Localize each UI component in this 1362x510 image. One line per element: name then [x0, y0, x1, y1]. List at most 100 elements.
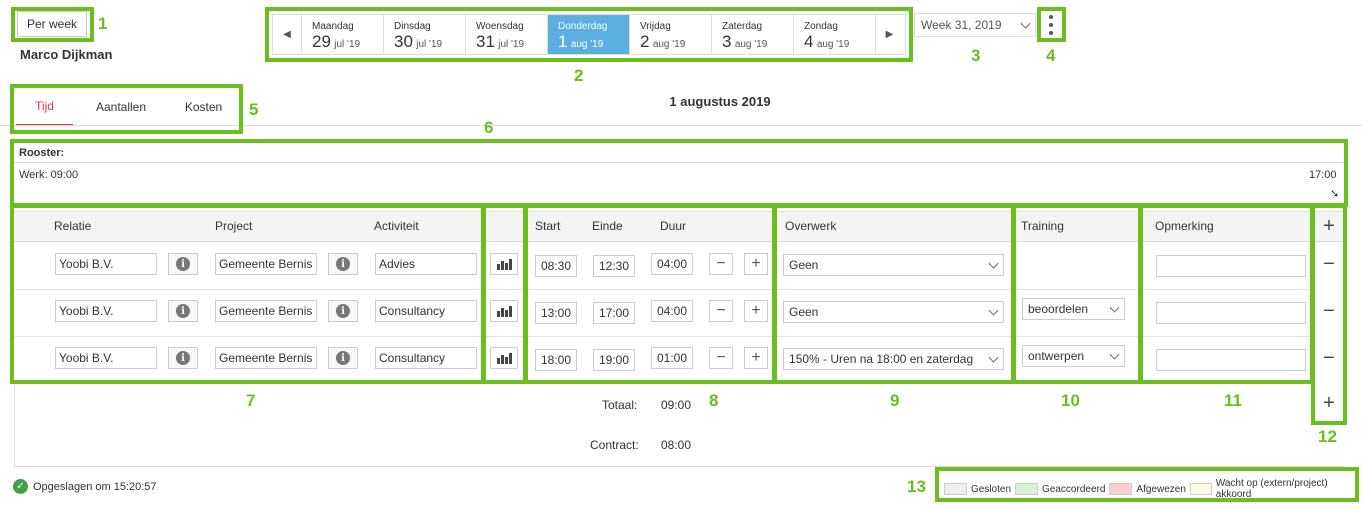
callout-12: 12	[1318, 427, 1337, 446]
remove-row-icon[interactable]: −	[1318, 253, 1340, 276]
decrease-duration-icon[interactable]: −	[709, 300, 733, 322]
end-time-input[interactable]: 12:30	[593, 255, 635, 277]
training-value: beoordelen	[1028, 302, 1089, 316]
increase-duration-icon[interactable]: +	[744, 253, 768, 275]
chevron-down-icon	[988, 352, 999, 363]
totaal-label: Totaal:	[602, 398, 638, 412]
training-select[interactable]: beoordelen	[1022, 298, 1125, 320]
week-select-value: Week 31, 2019	[921, 18, 1002, 32]
project-info-icon[interactable]: i	[328, 300, 358, 322]
relatie-info-icon[interactable]: i	[168, 253, 198, 275]
opmerking-input[interactable]	[1156, 349, 1306, 371]
contract-value: 08:00	[661, 438, 692, 452]
day-number: 2	[640, 32, 650, 51]
relatie-input[interactable]: Yoobi B.V.	[55, 300, 157, 322]
day-woensdag[interactable]: Woensdag 31 jul '19	[465, 15, 547, 54]
row-divider	[14, 336, 1310, 337]
relatie-info-icon[interactable]: i	[168, 347, 198, 369]
more-options-icon[interactable]	[1048, 15, 1054, 35]
tab-aantallen[interactable]: Aantallen	[73, 88, 169, 126]
legend-label: Wacht op (extern/project) akkoord	[1215, 478, 1328, 500]
duration-input[interactable]: 04:00	[651, 300, 693, 322]
relatie-input[interactable]: Yoobi B.V.	[55, 253, 157, 275]
legend-item: Geaccordeerd	[1015, 483, 1105, 495]
opmerking-input[interactable]	[1156, 302, 1306, 324]
day-name: Zaterdag	[722, 21, 763, 32]
tab-tijd[interactable]: Tijd	[16, 88, 73, 126]
tab-kosten[interactable]: Kosten	[169, 88, 238, 126]
overwerk-select[interactable]: Geen	[783, 254, 1004, 276]
date-title: 1 augustus 2019	[669, 94, 771, 109]
col-start: Start	[535, 219, 561, 233]
callout-5: 5	[249, 100, 259, 119]
end-time-input[interactable]: 17:00	[593, 302, 635, 324]
callout-11: 11	[1224, 391, 1242, 410]
legend-label: Afgewezen	[1136, 483, 1186, 495]
legend-swatch	[1189, 483, 1212, 495]
callout-3: 3	[971, 46, 981, 65]
divider	[0, 125, 1362, 126]
per-week-button[interactable]: Per week	[17, 11, 87, 37]
day-zaterdag[interactable]: Zaterdag 3 aug '19	[711, 15, 793, 54]
day-dinsdag[interactable]: Dinsdag 30 jul '19	[383, 15, 465, 54]
decrease-duration-icon[interactable]: −	[709, 347, 733, 369]
activiteit-input[interactable]: Consultancy	[375, 300, 477, 322]
duration-input[interactable]: 01:00	[651, 347, 693, 369]
increase-duration-icon[interactable]: +	[744, 300, 768, 322]
user-name: Marco Dijkman	[20, 47, 113, 62]
day-month: aug '19	[570, 39, 604, 50]
day-zondag[interactable]: Zondag 4 aug '19	[793, 15, 875, 54]
start-time-input[interactable]: 13:00	[535, 302, 577, 324]
end-time-input[interactable]: 19:00	[593, 349, 635, 371]
day-donderdag[interactable]: Donderdag 1 aug '19	[547, 15, 629, 54]
rooster-end: 17:00	[1309, 169, 1337, 181]
opmerking-input[interactable]	[1156, 255, 1306, 277]
day-name: Dinsdag	[394, 21, 431, 32]
project-info-icon[interactable]: i	[328, 253, 358, 275]
overwerk-select[interactable]: 150% - Uren na 18:00 en zaterdag	[783, 348, 1004, 370]
overwerk-select[interactable]: Geen	[783, 301, 1004, 323]
day-number: 3	[722, 32, 732, 51]
next-day-arrow-icon[interactable]: ▶	[875, 15, 903, 54]
callout-13: 13	[907, 477, 926, 496]
remove-row-icon[interactable]: −	[1318, 300, 1340, 323]
relatie-input[interactable]: Yoobi B.V.	[55, 347, 157, 369]
day-month: jul '19	[416, 39, 443, 50]
day-vrijdag[interactable]: Vrijdag 2 aug '19	[629, 15, 711, 54]
start-time-input[interactable]: 08:30	[535, 255, 577, 277]
callout-1: 1	[98, 14, 108, 33]
add-row-icon[interactable]: +	[1318, 215, 1340, 238]
divider	[14, 382, 15, 467]
project-input[interactable]: Gemeente Bernis	[215, 253, 317, 275]
project-info-icon[interactable]: i	[328, 347, 358, 369]
activiteit-input[interactable]: Consultancy	[375, 347, 477, 369]
prev-day-arrow-icon[interactable]: ◀	[273, 15, 301, 54]
rooster-label: Rooster:	[19, 147, 65, 159]
callout-6: 6	[484, 118, 494, 137]
bar-chart-icon[interactable]	[490, 300, 518, 322]
remove-row-icon[interactable]: −	[1318, 347, 1340, 370]
project-input[interactable]: Gemeente Bernis	[215, 347, 317, 369]
duration-input[interactable]: 04:00	[651, 253, 693, 275]
activiteit-input[interactable]: Advies	[375, 253, 477, 275]
relatie-info-icon[interactable]: i	[168, 300, 198, 322]
bar-chart-icon[interactable]	[490, 253, 518, 275]
col-relatie: Relatie	[54, 219, 92, 233]
start-time-input[interactable]: 18:00	[535, 349, 577, 371]
col-duur: Duur	[660, 219, 687, 233]
day-navigator: ◀ Maandag 29 jul '19 Dinsdag 30 jul '19 Woen…	[272, 14, 906, 55]
row-divider	[14, 289, 1310, 290]
decrease-duration-icon[interactable]: −	[709, 253, 733, 275]
increase-duration-icon[interactable]: +	[744, 347, 768, 369]
add-row-bottom-icon[interactable]: +	[1318, 392, 1340, 415]
tab-bar: Tijd Aantallen Kosten	[16, 88, 238, 126]
callout-7: 7	[246, 391, 256, 410]
training-select[interactable]: ontwerpen	[1022, 345, 1125, 367]
bar-chart-icon[interactable]	[490, 347, 518, 369]
day-name: Donderdag	[558, 21, 608, 32]
chevron-down-icon	[988, 305, 999, 316]
day-number: 1	[558, 32, 568, 51]
day-maandag[interactable]: Maandag 29 jul '19	[301, 15, 383, 54]
week-select[interactable]: Week 31, 2019	[914, 13, 1036, 37]
project-input[interactable]: Gemeente Bernis	[215, 300, 317, 322]
